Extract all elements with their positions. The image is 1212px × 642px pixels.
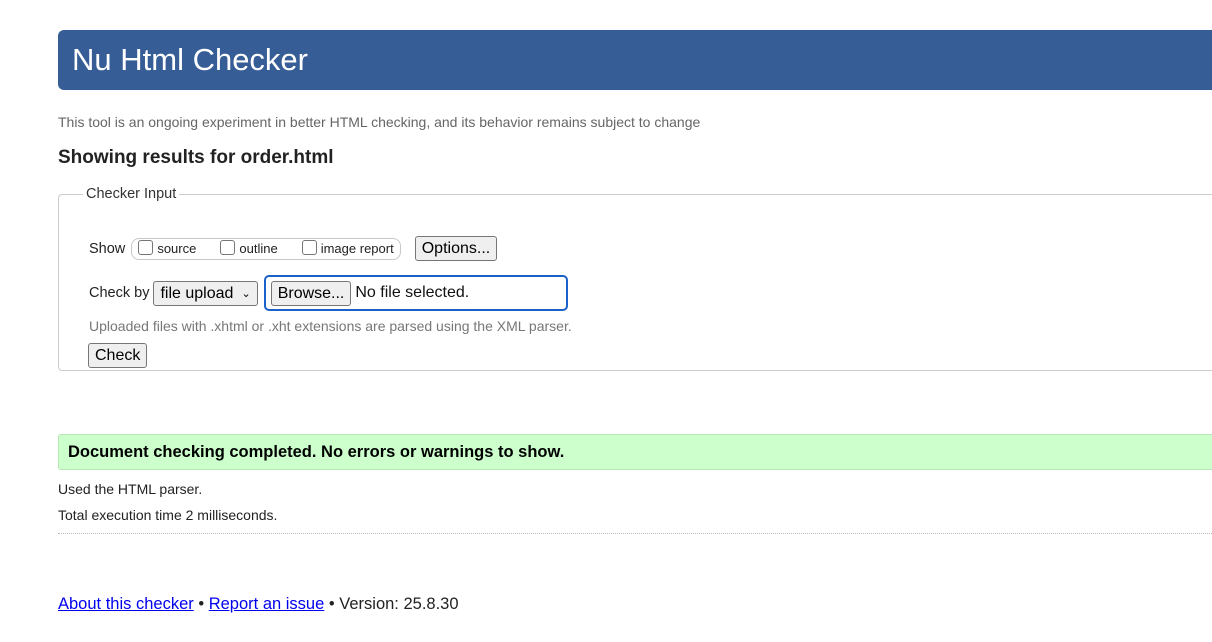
success-message-box: Document checking completed. No errors o… — [58, 434, 1212, 470]
tagline: This tool is an ongoing experiment in be… — [58, 114, 701, 130]
about-checker-link[interactable]: About this checker — [58, 595, 194, 613]
footer-separator-2: • — [328, 595, 335, 613]
show-options-group: source outline image report — [131, 237, 401, 260]
footer-separator-1: • — [198, 595, 205, 613]
success-message: Document checking completed. No errors o… — [68, 443, 565, 461]
execution-time: Total execution time 2 milliseconds. — [58, 507, 278, 523]
page-title: Nu Html Checker — [72, 42, 308, 77]
report-issue-link[interactable]: Report an issue — [209, 595, 325, 613]
options-button[interactable]: Options... — [414, 236, 498, 261]
source-checkbox-label[interactable]: source — [157, 239, 196, 259]
divider — [58, 533, 1212, 534]
show-row: Show source outline image report Options… — [89, 236, 498, 261]
image-report-checkbox-label[interactable]: image report — [321, 239, 394, 259]
file-status-text: No file selected. — [355, 284, 470, 301]
xml-parser-hint: Uploaded files with .xhtml or .xht exten… — [89, 318, 572, 334]
check-by-label: Check by — [89, 285, 150, 301]
file-upload-input[interactable]: Browse... No file selected. — [263, 275, 568, 311]
browse-button[interactable]: Browse... — [270, 281, 352, 306]
outline-checkbox[interactable] — [220, 239, 236, 255]
page: Nu Html Checker This tool is an ongoing … — [0, 0, 1212, 642]
check-button[interactable]: Check — [88, 343, 148, 368]
footer: About this checker • Report an issue • V… — [58, 595, 459, 614]
check-by-row: Check by file upload ⌄ Browse... No file s… — [89, 275, 568, 311]
checker-input-fieldset: Checker Input Show source outline image … — [58, 186, 1212, 371]
parser-info: Used the HTML parser. — [58, 481, 203, 497]
source-checkbox[interactable] — [138, 239, 154, 255]
chevron-down-icon: ⌄ — [241, 287, 251, 300]
check-row: Check — [88, 343, 148, 368]
results-heading: Showing results for order.html — [58, 147, 334, 168]
check-by-selected-value: file upload — [160, 284, 234, 302]
show-label: Show — [89, 240, 126, 257]
checker-input-legend: Checker Input — [86, 186, 177, 202]
image-report-checkbox[interactable] — [301, 239, 317, 255]
header-banner: Nu Html Checker — [58, 30, 1212, 90]
outline-checkbox-label[interactable]: outline — [239, 239, 277, 259]
version-text: Version: 25.8.30 — [339, 595, 459, 613]
check-by-select[interactable]: file upload ⌄ — [153, 280, 258, 306]
